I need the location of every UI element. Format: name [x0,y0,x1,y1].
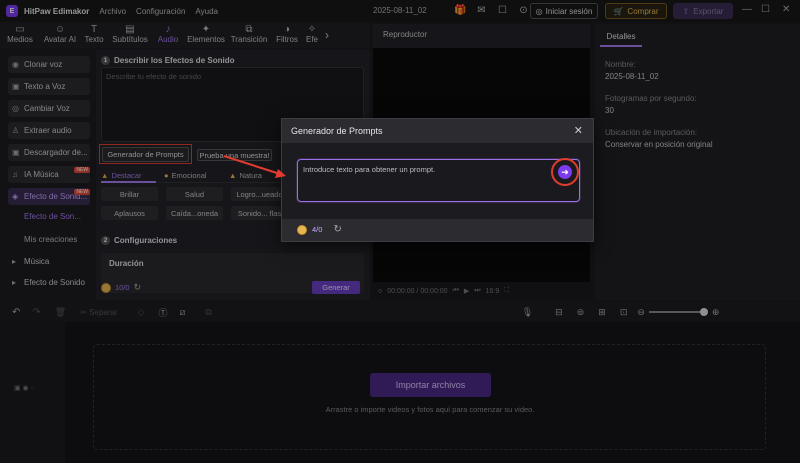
prompt-input[interactable]: Introduce texto para obtener un prompt. [297,159,580,202]
dialog-title: Generador de Prompts [291,126,383,136]
dialog-footer: 4/0 ↻ [297,224,342,235]
refresh-icon[interactable]: ↻ [333,224,341,235]
coin-icon [297,224,307,235]
prompt-generator-dialog: Generador de Prompts ✕ Introduce texto p… [281,118,594,242]
send-arrow-icon[interactable]: ➜ [558,165,572,179]
dialog-body: Introduce texto para obtener un prompt. [282,143,593,219]
dialog-credits: 4/0 [312,225,323,234]
close-icon[interactable]: ✕ [574,124,583,137]
annotation-arrow [223,155,286,178]
